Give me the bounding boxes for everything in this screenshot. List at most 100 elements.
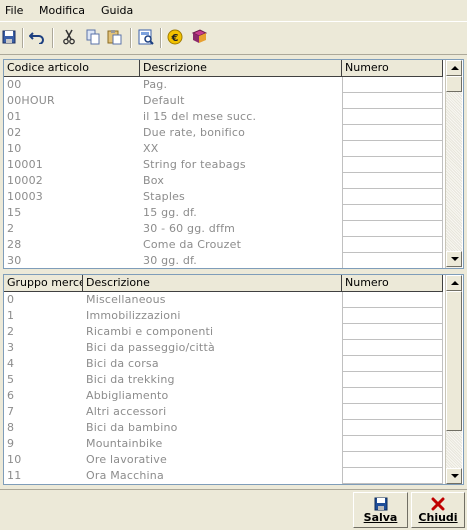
scroll-track[interactable]: [446, 92, 462, 251]
table-row[interactable]: 10 Ore lavorative: [4, 452, 443, 468]
code-cell: 2: [7, 222, 15, 235]
code-cell: 0: [7, 293, 15, 306]
toolbar-separator: [22, 28, 24, 48]
code-cell: 02: [7, 126, 22, 139]
number-input-cell[interactable]: [342, 173, 443, 189]
scroll-thumb[interactable]: [446, 76, 462, 92]
number-input-cell[interactable]: [342, 221, 443, 237]
description-cell: Default: [143, 94, 185, 107]
number-input-cell[interactable]: [342, 253, 443, 268]
code-cell: 28: [7, 238, 22, 251]
table-row[interactable]: 1 Immobilizzazioni: [4, 308, 443, 324]
table-row[interactable]: 15 15 gg. df.: [4, 205, 443, 221]
number-input-cell[interactable]: [342, 388, 443, 404]
number-input-cell[interactable]: [342, 77, 443, 93]
save-button[interactable]: Salva: [353, 492, 408, 528]
table-row[interactable]: 00 Pag.: [4, 77, 443, 93]
number-input-cell[interactable]: [342, 420, 443, 436]
number-input-cell[interactable]: [342, 237, 443, 253]
table-row[interactable]: 5 Bici da trekking: [4, 372, 443, 388]
book-icon[interactable]: [190, 28, 208, 46]
table-row[interactable]: 10002 Box: [4, 173, 443, 189]
table-row[interactable]: 4 Bici da corsa: [4, 356, 443, 372]
preview-icon[interactable]: [137, 28, 155, 46]
scrollbar[interactable]: [445, 275, 462, 484]
euro-icon[interactable]: €: [166, 28, 184, 46]
number-input-cell[interactable]: [342, 292, 443, 308]
number-input-cell[interactable]: [342, 356, 443, 372]
scroll-track[interactable]: [446, 431, 462, 468]
save-label: Salva: [363, 510, 398, 524]
table-row[interactable]: 8 Bici da bambino: [4, 420, 443, 436]
code-cell: 1: [7, 309, 15, 322]
table-row[interactable]: 7 Altri accessori: [4, 404, 443, 420]
col-descrizione[interactable]: Descrizione: [140, 60, 342, 76]
code-cell: 4: [7, 357, 15, 370]
number-input-cell[interactable]: [342, 468, 443, 484]
number-input-cell[interactable]: [342, 205, 443, 221]
description-cell: Bici da trekking: [86, 373, 175, 386]
table-row[interactable]: 11 Ora Macchina: [4, 468, 443, 484]
close-button[interactable]: Chiudi: [411, 492, 465, 528]
description-cell: Ricambi e componenti: [86, 325, 214, 338]
table-row[interactable]: 2 30 - 60 gg. dffm: [4, 221, 443, 237]
table-row[interactable]: 01 il 15 del mese succ.: [4, 109, 443, 125]
undo-icon[interactable]: [28, 28, 46, 46]
table-row[interactable]: 28 Come da Crouzet: [4, 237, 443, 253]
code-cell: 15: [7, 206, 22, 219]
scroll-up-button[interactable]: [446, 275, 462, 291]
number-input-cell[interactable]: [342, 308, 443, 324]
number-input-cell[interactable]: [342, 452, 443, 468]
number-input-cell[interactable]: [342, 372, 443, 388]
scrollbar[interactable]: [445, 60, 462, 268]
table-row[interactable]: 0 Miscellaneous: [4, 292, 443, 308]
number-input-cell[interactable]: [342, 141, 443, 157]
table-row[interactable]: 10003 Staples: [4, 189, 443, 205]
table-row[interactable]: 9 Mountainbike: [4, 436, 443, 452]
table-row[interactable]: 6 Abbigliamento: [4, 388, 443, 404]
number-input-cell[interactable]: [342, 157, 443, 173]
code-cell: 10: [7, 142, 22, 155]
table-row[interactable]: 00HOUR Default: [4, 93, 443, 109]
menu-file[interactable]: File: [5, 4, 23, 17]
number-input-cell[interactable]: [342, 404, 443, 420]
number-input-cell[interactable]: [342, 324, 443, 340]
paste-icon[interactable]: [106, 28, 124, 46]
table-row[interactable]: 10 XX: [4, 141, 443, 157]
scroll-down-button[interactable]: [446, 468, 462, 484]
col-codice-articolo[interactable]: Codice articolo: [4, 60, 140, 76]
description-cell: Altri accessori: [86, 405, 167, 418]
articoli-grid: Codice articolo Descrizione Numero 00 Pag…: [3, 59, 464, 269]
number-input-cell[interactable]: [342, 93, 443, 109]
table-row[interactable]: 3 Bici da passeggio/città: [4, 340, 443, 356]
description-cell: 30 gg. df.: [143, 254, 198, 267]
close-label: Chiudi: [418, 510, 458, 524]
col-gruppo-merce[interactable]: Gruppo merce: [4, 275, 83, 291]
description-cell: Bici da bambino: [86, 421, 178, 434]
cut-icon[interactable]: [60, 28, 78, 46]
number-input-cell[interactable]: [342, 109, 443, 125]
table-row[interactable]: 2 Ricambi e componenti: [4, 324, 443, 340]
table-row[interactable]: 30 30 gg. df.: [4, 253, 443, 268]
table-row[interactable]: 10001 String for teabags: [4, 157, 443, 173]
number-input-cell[interactable]: [342, 340, 443, 356]
copy-icon[interactable]: [84, 28, 102, 46]
scroll-down-button[interactable]: [446, 251, 462, 267]
table-row[interactable]: 02 Due rate, bonifico: [4, 125, 443, 141]
number-input-cell[interactable]: [342, 189, 443, 205]
code-cell: 7: [7, 405, 15, 418]
description-cell: Ore lavorative: [86, 453, 167, 466]
description-cell: XX: [143, 142, 159, 155]
col-numero[interactable]: Numero: [342, 60, 443, 76]
number-input-cell[interactable]: [342, 436, 443, 452]
number-input-cell[interactable]: [342, 125, 443, 141]
description-cell: Staples: [143, 190, 185, 203]
col-numero[interactable]: Numero: [342, 275, 443, 291]
col-descrizione[interactable]: Descrizione: [83, 275, 342, 291]
menu-modifica[interactable]: Modifica: [39, 4, 85, 17]
scroll-thumb[interactable]: [446, 291, 462, 431]
menu-guida[interactable]: Guida: [101, 4, 133, 17]
save-icon[interactable]: [0, 28, 18, 46]
scroll-up-button[interactable]: [446, 60, 462, 76]
button-bar: Salva Chiudi: [0, 489, 467, 530]
